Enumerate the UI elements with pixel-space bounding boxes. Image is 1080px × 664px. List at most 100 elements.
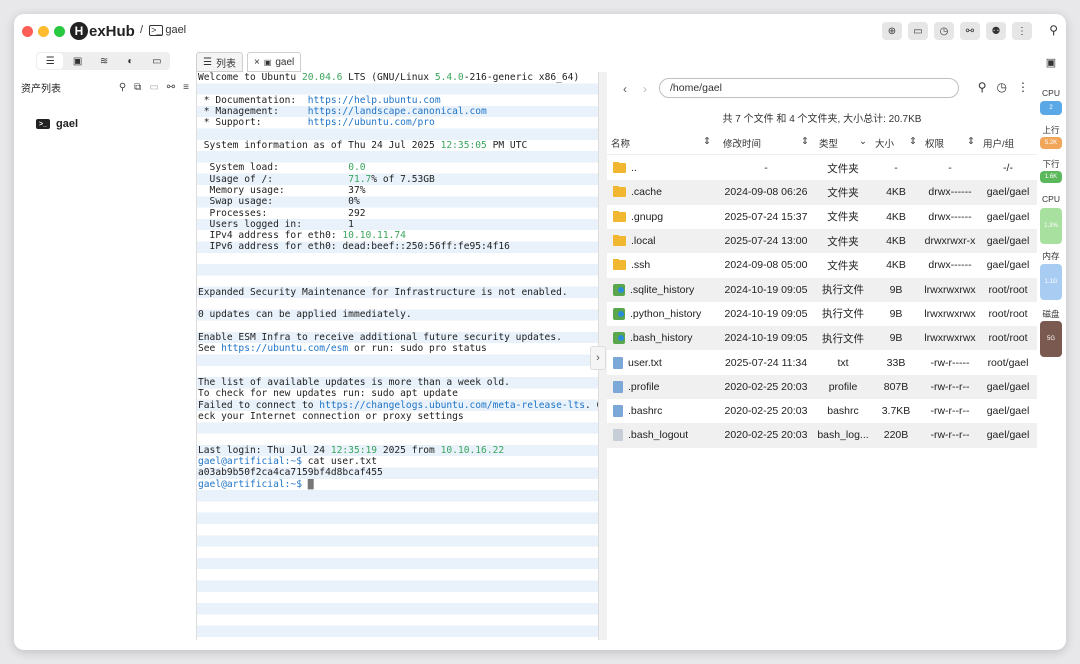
- file-row[interactable]: .sqlite_history 2024-10-19 09:05 执行文件 9B lrw…: [607, 277, 1037, 302]
- link-icon[interactable]: ⚯: [167, 82, 175, 93]
- search-icon[interactable]: ⚲: [119, 82, 126, 93]
- pin-icon[interactable]: ⚲: [1049, 23, 1058, 37]
- file-name-cell: .bash_logout: [607, 429, 717, 442]
- terminal-text: System load:: [198, 162, 349, 174]
- terminal-text: To check for new updates run: sudo apt u…: [198, 388, 458, 400]
- file-type: 执行文件: [822, 284, 864, 297]
- col-owner[interactable]: 用户/组: [979, 136, 1037, 150]
- col-perm[interactable]: 权限 ⇕: [921, 136, 979, 150]
- terminal-line: System information as of Thu 24 Jul 2025…: [197, 140, 599, 151]
- file-size: 807B: [883, 380, 909, 393]
- file-type: 执行文件: [822, 332, 864, 345]
- path-input[interactable]: /home/gael: [659, 78, 959, 98]
- file-row[interactable]: .. - 文件夹 - - -/-: [607, 156, 1037, 180]
- terminal-line: * Support: https://ubuntu.com/pro: [197, 117, 599, 128]
- file-owner: gael/gael: [986, 235, 1030, 248]
- file-mtime: 2025-07-24 13:00: [724, 235, 808, 248]
- file-row[interactable]: .gnupg 2025-07-24 15:37 文件夹 4KB drwx------ ga…: [607, 205, 1037, 229]
- terminal-line: Processes: 292: [197, 208, 599, 219]
- file-size: 9B: [889, 307, 903, 320]
- asset-item-gael[interactable]: >_ gael: [36, 118, 78, 130]
- disconnect-icon[interactable]: ⚯: [960, 22, 980, 40]
- file-row[interactable]: .bash_logout 2020-02-25 20:03 bash_log... 2…: [607, 423, 1037, 448]
- terminal-line: * Documentation: https://help.ubuntu.com: [197, 95, 599, 106]
- file-name: .bash_history: [630, 332, 693, 345]
- file-type: profile: [828, 380, 858, 393]
- file-owner: gael/gael: [986, 210, 1030, 223]
- file-nav: ‹ › /home/gael ⚲ ◷ ⋮: [607, 78, 1037, 100]
- file-owner: root/gael: [987, 356, 1029, 369]
- file-table-header: 名称 ⇕ 修改时间 ⇕ 类型 ⌄ 大小 ⇕ 权限 ⇕ 用户/组: [607, 132, 1037, 155]
- file-row[interactable]: .profile 2020-02-25 20:03 profile 807B -rw-r…: [607, 374, 1037, 399]
- terminal-icon[interactable]: ▣: [1036, 56, 1066, 69]
- monitor-bar: 2: [1040, 101, 1062, 115]
- file-name-cell: .ssh: [607, 259, 717, 271]
- file-name-cell: .cache: [607, 186, 717, 198]
- file-size: 4KB: [886, 210, 906, 223]
- terminal-text: cat user.txt: [301, 456, 378, 468]
- breadcrumb-host[interactable]: gael: [165, 24, 186, 36]
- terminal-text: https://help.ubuntu.com: [307, 94, 441, 106]
- file-row[interactable]: .bash_history 2024-10-19 09:05 执行文件 9B lrwxr…: [607, 326, 1037, 351]
- monitor-label: CPU: [1042, 194, 1060, 204]
- col-mtime[interactable]: 修改时间 ⇕: [717, 136, 815, 150]
- terminal-tab-icon[interactable]: ▣: [64, 52, 90, 70]
- terminal-text: https://ubuntu.com/esm: [221, 343, 349, 355]
- file-row[interactable]: .python_history 2024-10-19 09:05 执行文件 9B lrw…: [607, 302, 1037, 326]
- file-mtime: 2025-07-24 15:37: [724, 210, 808, 223]
- search-icon[interactable]: ⚲: [978, 80, 987, 94]
- close-window-button[interactable]: [22, 26, 33, 37]
- file-row[interactable]: user.txt 2025-07-24 11:34 txt 33B -rw-r-----…: [607, 350, 1037, 374]
- file-size: 9B: [889, 332, 903, 345]
- file-row[interactable]: .ssh 2024-09-08 05:00 文件夹 4KB drwx------ gael…: [607, 253, 1037, 277]
- minimize-window-button[interactable]: [38, 26, 49, 37]
- collapse-icon[interactable]: ≡: [183, 82, 189, 93]
- file-owner: gael/gael: [986, 405, 1030, 418]
- terminal-line: Last login: Thu Jul 24 12:35:19 2025 fro…: [197, 445, 599, 456]
- tab-list[interactable]: ☰ 列表: [196, 52, 243, 72]
- history-icon[interactable]: ◷: [997, 80, 1007, 94]
- terminal-line: * Management: https://landscape.canonica…: [197, 106, 599, 117]
- col-size[interactable]: 大小 ⇕: [871, 136, 921, 150]
- folder-add-icon[interactable]: ▭: [149, 82, 158, 93]
- session-tabs: ☰ 列表 × ▣ gael: [196, 52, 302, 72]
- add-icon[interactable]: ⊕: [882, 22, 902, 40]
- collapse-pane-button[interactable]: ›: [590, 346, 606, 370]
- file-row[interactable]: .cache 2024-09-08 06:26 文件夹 4KB drwx------ ga…: [607, 180, 1037, 205]
- users-icon[interactable]: ⚉: [986, 22, 1006, 40]
- file-row[interactable]: .bashrc 2020-02-25 20:03 bashrc 3.7KB -rw-r-…: [607, 399, 1037, 423]
- file-name: .bashrc: [628, 405, 663, 418]
- forward-icon[interactable]: ›: [635, 82, 655, 96]
- terminal-text: * Management:: [198, 105, 308, 117]
- database-icon[interactable]: ≋: [91, 52, 117, 70]
- folder-icon: [613, 259, 626, 271]
- monitor-icon[interactable]: ▭: [908, 22, 928, 40]
- more-icon[interactable]: ⋮: [1017, 80, 1029, 94]
- terminal-text: Welcome to Ubuntu: [198, 72, 302, 83]
- docker-icon[interactable]: ◐: [117, 52, 143, 70]
- copy-icon[interactable]: ⧉: [134, 82, 141, 93]
- list-view-icon[interactable]: ☰: [37, 53, 64, 69]
- history-icon[interactable]: ◷: [934, 22, 954, 40]
- terminal-text: Enable ESM Infra to receive additional f…: [198, 331, 562, 343]
- terminal-output[interactable]: Welcome to Ubuntu 20.04.6 LTS (GNU/Linux…: [196, 72, 599, 640]
- folder-icon: [613, 186, 626, 198]
- maximize-window-button[interactable]: [54, 26, 65, 37]
- monitor-label: 磁盘: [1042, 309, 1060, 319]
- more-icon[interactable]: ⋮: [1012, 22, 1032, 40]
- col-name[interactable]: 名称 ⇕: [607, 136, 717, 150]
- terminal-text: Memory usage: 37%: [198, 184, 366, 196]
- close-tab-icon[interactable]: ×: [254, 57, 260, 68]
- col-type[interactable]: 类型 ⌄: [815, 136, 871, 150]
- remote-desktop-icon[interactable]: ▭: [144, 52, 170, 70]
- file-row[interactable]: .local 2025-07-24 13:00 文件夹 4KB drwxrwxr-x ga…: [607, 228, 1037, 254]
- file-perm: -rw-r--r--: [930, 405, 970, 418]
- back-icon[interactable]: ‹: [615, 82, 635, 96]
- tab-gael[interactable]: × ▣ gael: [246, 52, 302, 72]
